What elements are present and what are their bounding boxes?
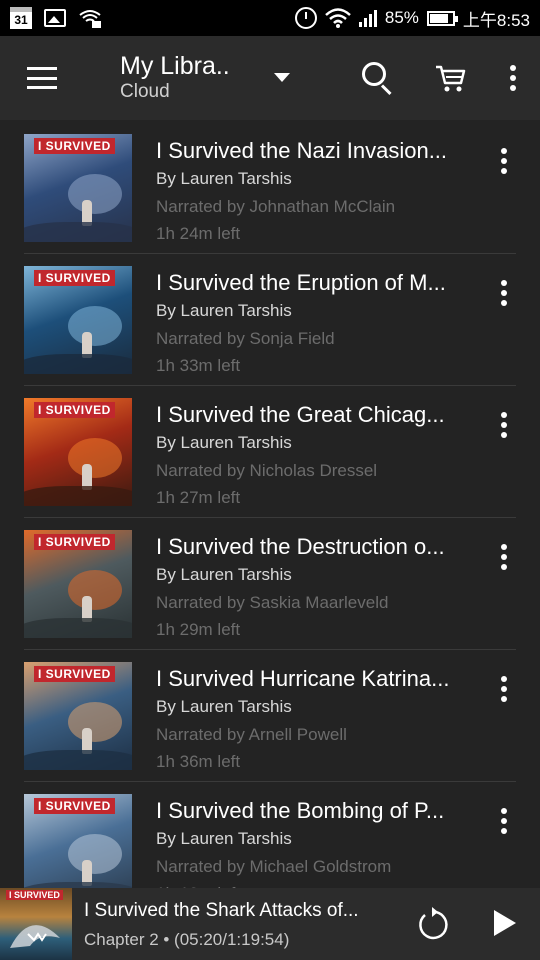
status-bar: 31 85% 上午8:53 bbox=[0, 0, 540, 36]
cover-art-shape bbox=[68, 438, 122, 478]
cover-banner: I SURVIVED bbox=[34, 666, 115, 682]
book-author: By Lauren Tarshis bbox=[156, 301, 292, 320]
cover-art-shape bbox=[68, 174, 122, 214]
battery-percent: 85% bbox=[384, 8, 419, 27]
page-subtitle: Cloud bbox=[120, 81, 170, 102]
book-title: I Survived the Bombing of P... bbox=[156, 798, 445, 823]
toolbar-actions bbox=[360, 60, 516, 96]
calendar-day: 31 bbox=[14, 13, 28, 27]
book-title: I Survived the Eruption of M... bbox=[156, 270, 446, 295]
app-toolbar: My Libra.. Cloud bbox=[0, 36, 540, 120]
book-list-item[interactable]: I SURVIVED I Survived the Great Chicag..… bbox=[0, 386, 540, 518]
more-vert-icon[interactable] bbox=[501, 544, 507, 570]
battery-icon bbox=[426, 10, 458, 26]
cover-art-shape bbox=[68, 702, 122, 742]
shark-icon bbox=[10, 925, 60, 948]
signal-icon bbox=[358, 9, 377, 27]
now-playing-chapter: Chapter 2 • (05:20/1:19:54) bbox=[84, 930, 290, 949]
book-narrator: Narrated by Nicholas Dressel bbox=[156, 461, 378, 480]
more-vert-icon[interactable] bbox=[501, 148, 507, 174]
book-narrator: Narrated by Johnathan McClain bbox=[156, 197, 396, 216]
book-time-left: 1h 24m left bbox=[156, 224, 241, 243]
cover-art-shape bbox=[68, 834, 122, 874]
library-selector[interactable]: My Libra.. Cloud bbox=[120, 52, 230, 104]
book-narrator: Narrated by Arnell Powell bbox=[156, 725, 347, 744]
status-bar-left: 31 bbox=[10, 7, 102, 29]
book-list-item[interactable]: I SURVIVED I Survived the Eruption of M.… bbox=[0, 254, 540, 386]
cover-art-ground bbox=[24, 222, 132, 242]
cover-art-ground bbox=[24, 750, 132, 770]
book-author: By Lauren Tarshis bbox=[156, 433, 292, 452]
cart-icon[interactable] bbox=[434, 61, 468, 95]
page-title: My Libra.. bbox=[120, 52, 230, 80]
menu-icon[interactable] bbox=[27, 67, 57, 89]
more-vert-icon[interactable] bbox=[510, 65, 516, 91]
chevron-down-icon[interactable] bbox=[273, 72, 290, 82]
book-title: I Survived the Nazi Invasion... bbox=[156, 138, 448, 163]
more-vert-icon[interactable] bbox=[501, 412, 507, 438]
book-title: I Survived the Destruction o... bbox=[156, 534, 445, 559]
book-cover[interactable]: I SURVIVED bbox=[24, 530, 132, 638]
cover-art-shape bbox=[68, 570, 122, 610]
now-playing-bar[interactable]: I SURVIVED I Survived the Shark Attacks … bbox=[0, 888, 540, 960]
book-title: I Survived Hurricane Katrina... bbox=[156, 666, 450, 691]
book-cover[interactable]: I SURVIVED bbox=[24, 662, 132, 770]
wifi-icon bbox=[79, 10, 101, 28]
now-playing-title: I Survived the Shark Attacks of... bbox=[84, 900, 359, 921]
cover-banner: I SURVIVED bbox=[34, 270, 115, 286]
cover-banner: I SURVIVED bbox=[34, 138, 115, 154]
book-author: By Lauren Tarshis bbox=[156, 829, 292, 848]
more-vert-icon[interactable] bbox=[501, 676, 507, 702]
book-time-left: 1h 29m left bbox=[156, 620, 241, 639]
book-author: By Lauren Tarshis bbox=[156, 565, 292, 584]
image-icon bbox=[44, 9, 66, 27]
book-list-item[interactable]: I SURVIVED I Survived the Bombing of P..… bbox=[0, 782, 540, 888]
cover-art-shape bbox=[68, 306, 122, 346]
status-bar-right: 85% 上午8:53 bbox=[294, 6, 530, 31]
cover-banner: I SURVIVED bbox=[34, 798, 115, 814]
more-vert-icon[interactable] bbox=[501, 808, 507, 834]
replay-icon[interactable] bbox=[414, 906, 450, 942]
book-narrator: Narrated by Saskia Maarleveld bbox=[156, 593, 389, 612]
book-cover[interactable]: I SURVIVED bbox=[24, 794, 132, 888]
play-icon[interactable] bbox=[494, 910, 516, 936]
book-title: I Survived the Great Chicag... bbox=[156, 402, 445, 427]
more-vert-icon[interactable] bbox=[501, 280, 507, 306]
cover-art-ground bbox=[24, 486, 132, 506]
book-list[interactable]: I SURVIVED I Survived the Nazi Invasion.… bbox=[0, 122, 540, 888]
cover-banner: I SURVIVED bbox=[34, 402, 115, 418]
wifi-icon bbox=[325, 8, 351, 28]
book-list-item[interactable]: I SURVIVED I Survived the Nazi Invasion.… bbox=[0, 122, 540, 254]
book-time-left: 1h 36m left bbox=[156, 752, 241, 771]
book-cover[interactable]: I SURVIVED bbox=[24, 398, 132, 506]
cover-art-ground bbox=[24, 354, 132, 374]
book-list-item[interactable]: I SURVIVED I Survived the Destruction o.… bbox=[0, 518, 540, 650]
book-narrator: Narrated by Sonja Field bbox=[156, 329, 335, 348]
book-list-item[interactable]: I SURVIVED I Survived Hurricane Katrina.… bbox=[0, 650, 540, 782]
book-author: By Lauren Tarshis bbox=[156, 169, 292, 188]
search-icon[interactable] bbox=[360, 60, 396, 96]
now-playing-cover[interactable]: I SURVIVED bbox=[0, 888, 72, 960]
calendar-icon: 31 bbox=[10, 7, 32, 29]
cover-banner: I SURVIVED bbox=[34, 534, 115, 550]
book-time-left: 1h 33m left bbox=[156, 356, 241, 375]
book-time-left: 1h 27m left bbox=[156, 488, 241, 507]
book-author: By Lauren Tarshis bbox=[156, 697, 292, 716]
book-cover[interactable]: I SURVIVED bbox=[24, 134, 132, 242]
book-narrator: Narrated by Michael Goldstrom bbox=[156, 857, 392, 876]
cover-art-ground bbox=[24, 618, 132, 638]
book-cover[interactable]: I SURVIVED bbox=[24, 266, 132, 374]
status-time: 上午8:53 bbox=[462, 10, 530, 30]
app-root: 31 85% 上午8:53 My Libra.. Cloud I SURVIVE… bbox=[0, 0, 540, 960]
alarm-icon bbox=[294, 7, 317, 29]
